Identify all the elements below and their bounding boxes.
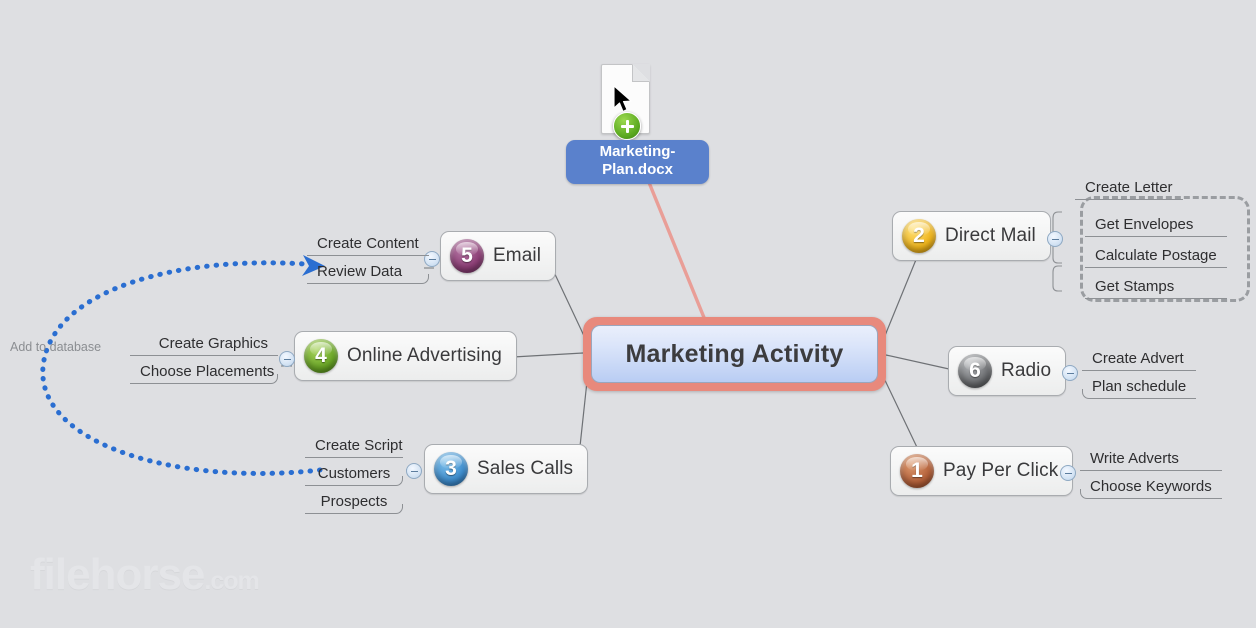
number-sphere-3-icon: 3 [434, 452, 468, 486]
relationship-label[interactable]: Add to database [10, 340, 101, 354]
subitem-choose-placements[interactable]: Choose Placements [130, 360, 278, 384]
node-pay-per-click-label: Pay Per Click [943, 460, 1059, 481]
number-sphere-6-icon: 6 [958, 354, 992, 388]
subitem-create-graphics[interactable]: Create Graphics [130, 332, 278, 356]
group-label-create-letter[interactable]: Create Letter [1075, 176, 1183, 200]
node-email-label: Email [493, 245, 542, 266]
drag-file-label[interactable]: Marketing-Plan.docx [566, 140, 709, 184]
root-node[interactable]: Marketing Activity [583, 317, 886, 391]
root-node-label: Marketing Activity [625, 339, 844, 368]
subitem-plan-schedule[interactable]: Plan schedule [1082, 375, 1197, 399]
subgroup-online-advertising: Create Graphics Choose Placements [130, 332, 278, 384]
number-sphere-4-icon: 4 [304, 339, 338, 373]
watermark-text: filehorse [30, 550, 205, 599]
toggle-radio[interactable] [1062, 365, 1078, 381]
node-direct-mail-label: Direct Mail [945, 225, 1036, 246]
subgroup-email: Create Content Review Data [307, 232, 429, 284]
subitem-customers[interactable]: Customers [305, 462, 403, 486]
watermark-suffix: .com [204, 567, 259, 595]
subgroup-sales-calls: Create Script Customers Prospects [305, 434, 403, 514]
toggle-pay-per-click[interactable] [1060, 465, 1076, 481]
node-online-advertising[interactable]: 4 Online Advertising [294, 331, 517, 381]
subitem-get-envelopes[interactable]: Get Envelopes [1085, 213, 1227, 237]
plus-badge-icon [613, 112, 641, 140]
subitem-create-script[interactable]: Create Script [305, 434, 403, 458]
subgroup-pay-per-click: Write Adverts Choose Keywords [1080, 447, 1222, 499]
node-direct-mail[interactable]: 2 Direct Mail [892, 211, 1051, 261]
subitem-write-adverts[interactable]: Write Adverts [1080, 447, 1222, 471]
node-email[interactable]: 5 Email [440, 231, 557, 281]
number-sphere-5-icon: 5 [450, 239, 484, 273]
toggle-sales-calls[interactable] [406, 463, 422, 479]
toggle-online-advertising[interactable] [279, 351, 295, 367]
number-sphere-1-icon: 1 [900, 454, 934, 488]
node-pay-per-click[interactable]: 1 Pay Per Click [890, 446, 1074, 496]
node-radio-label: Radio [1001, 360, 1052, 381]
subitem-get-stamps[interactable]: Get Stamps [1085, 275, 1227, 299]
node-sales-calls[interactable]: 3 Sales Calls [424, 444, 589, 494]
number-sphere-2-icon: 2 [902, 219, 936, 253]
subitem-choose-keywords[interactable]: Choose Keywords [1080, 475, 1222, 499]
subitem-review-data[interactable]: Review Data [307, 260, 429, 284]
drag-file-name: Marketing-Plan.docx [599, 143, 676, 178]
node-online-advertising-label: Online Advertising [347, 345, 502, 366]
subitem-create-advert[interactable]: Create Advert [1082, 347, 1197, 371]
mindmap-canvas[interactable]: Marketing Activity 5 Email Create Conten… [0, 0, 1256, 628]
toggle-direct-mail[interactable] [1047, 231, 1063, 247]
root-node-body[interactable]: Marketing Activity [591, 325, 878, 383]
subitem-prospects[interactable]: Prospects [305, 490, 403, 514]
subitem-calculate-postage[interactable]: Calculate Postage [1085, 244, 1227, 268]
watermark: filehorse.com [30, 550, 260, 600]
node-sales-calls-label: Sales Calls [477, 458, 574, 479]
subgroup-radio: Create Advert Plan schedule [1082, 347, 1197, 399]
node-radio[interactable]: 6 Radio [948, 346, 1067, 396]
subitem-create-content[interactable]: Create Content [307, 232, 429, 256]
subgroup-direct-mail: Get Envelopes Calculate Postage Get Stam… [1085, 213, 1227, 299]
